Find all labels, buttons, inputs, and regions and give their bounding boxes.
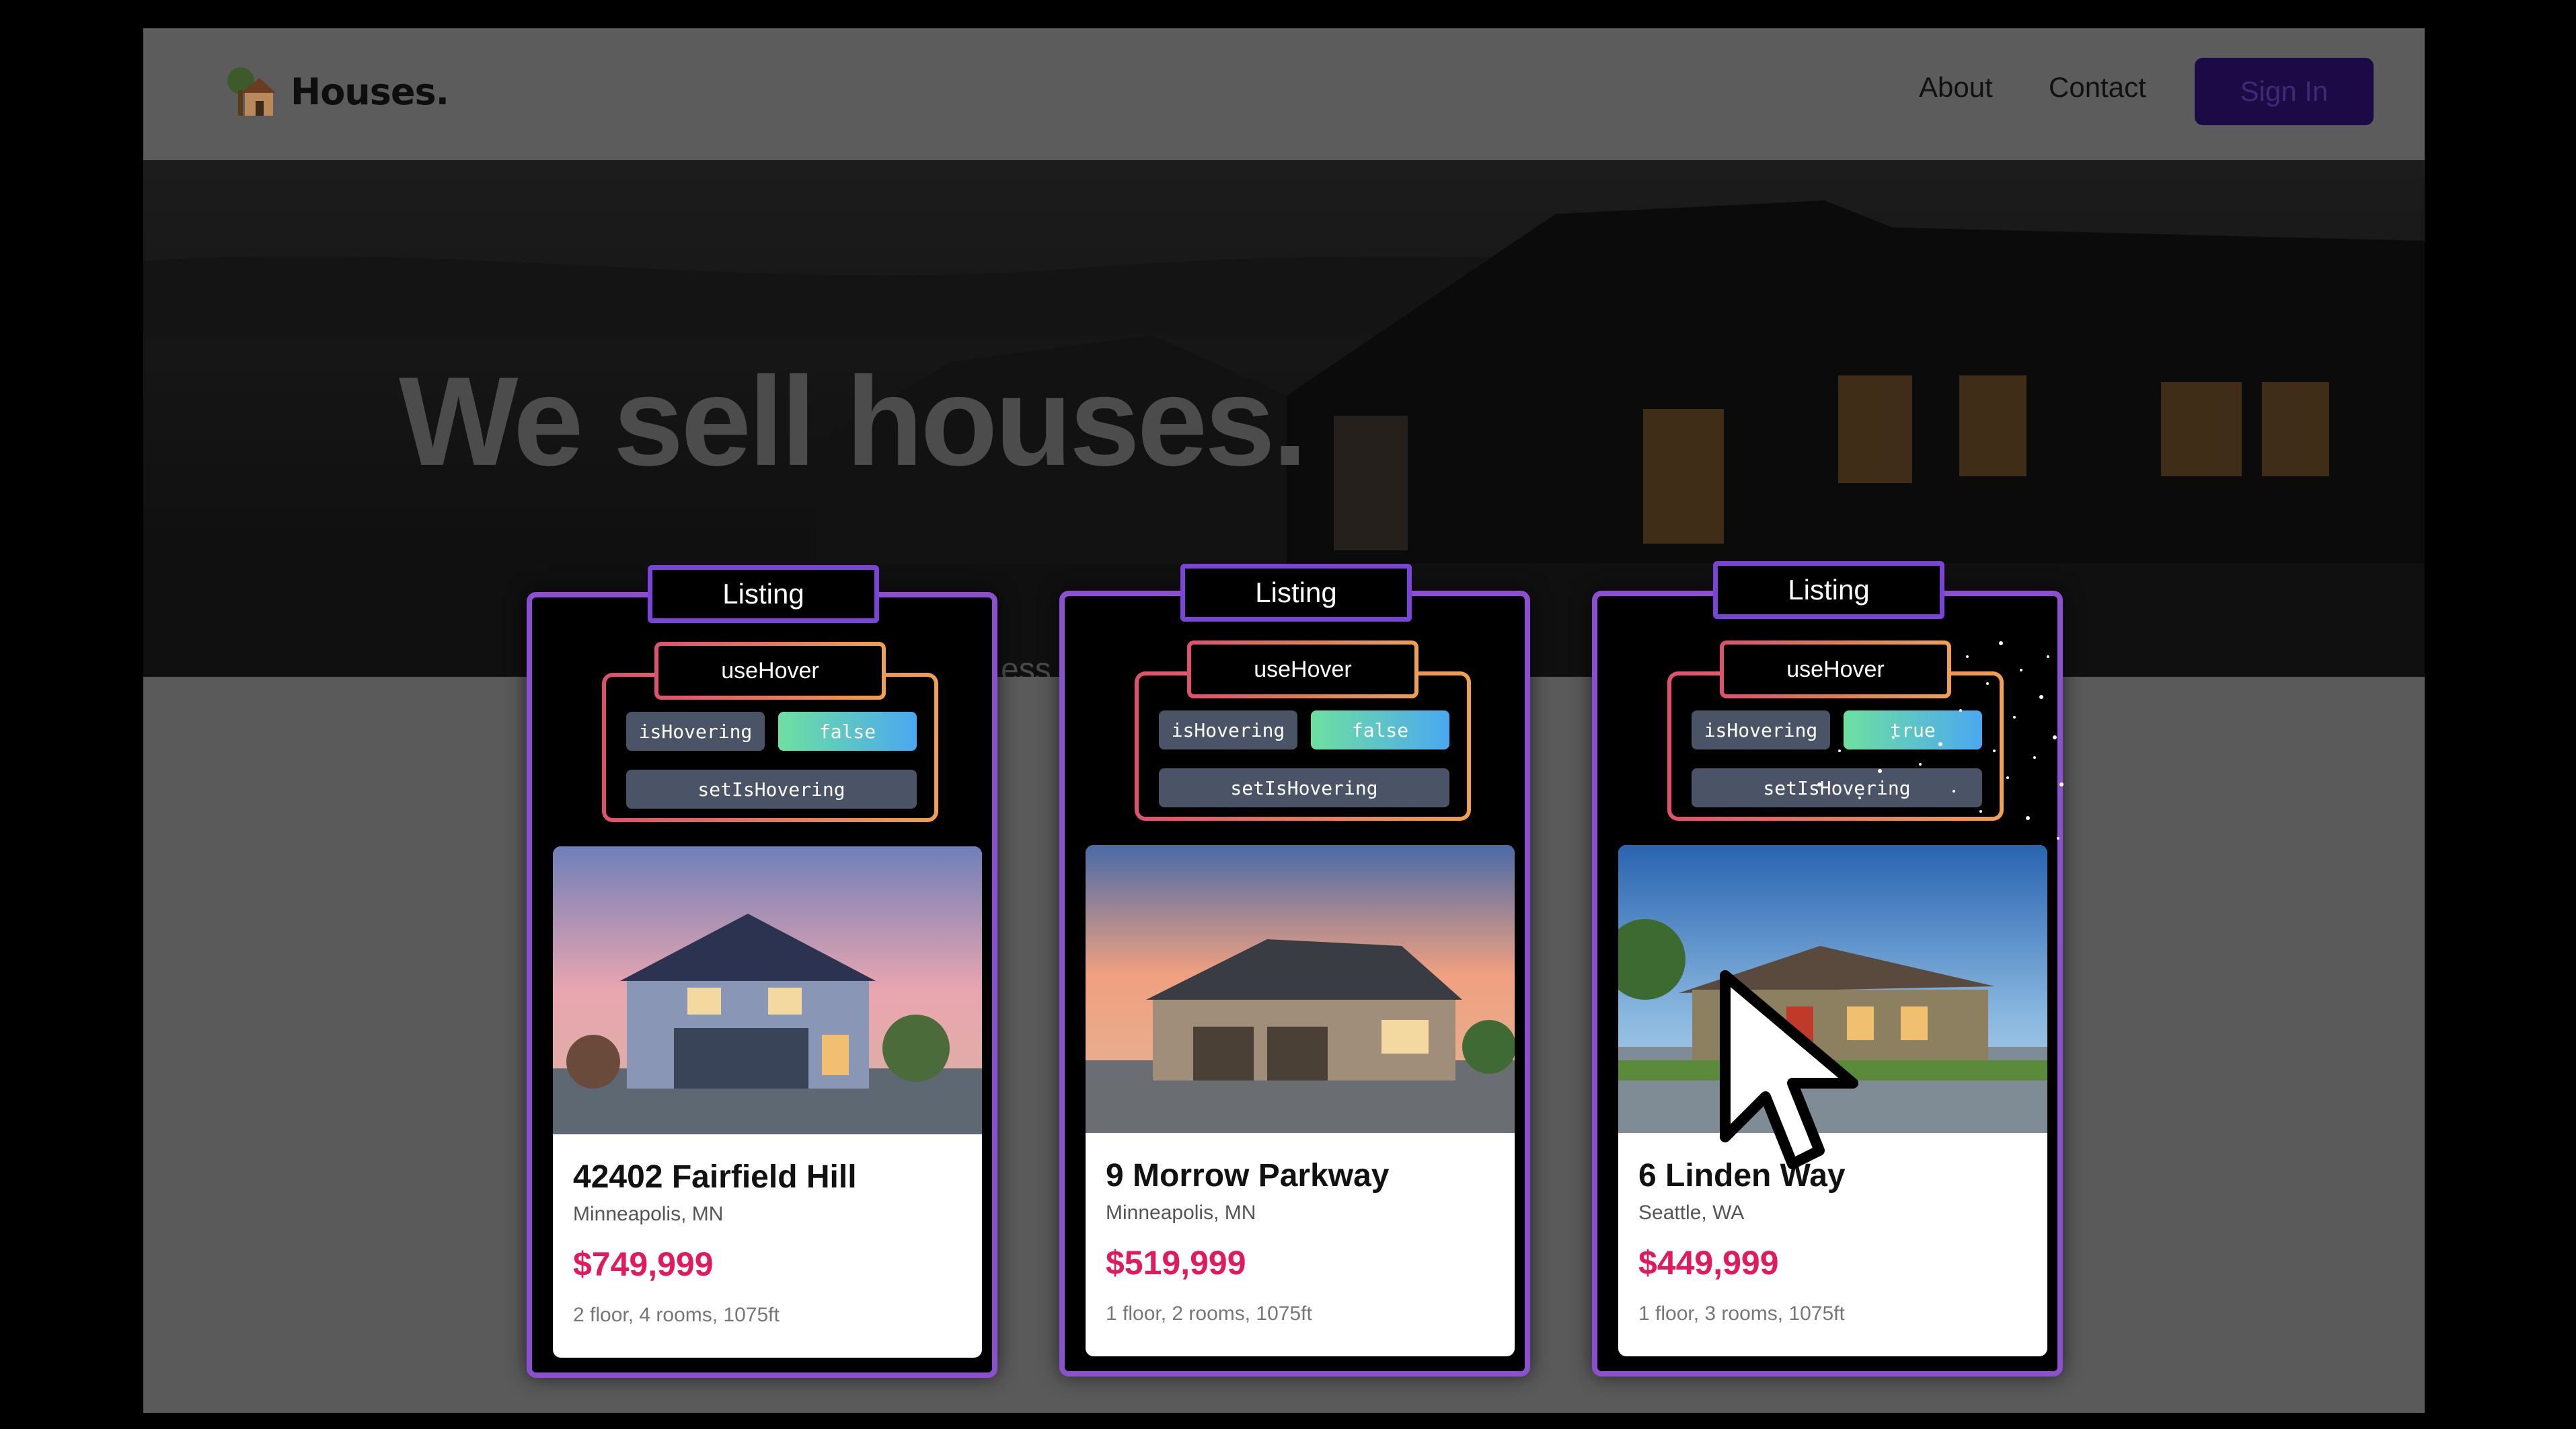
state-name: isHovering [1159, 710, 1297, 749]
listing-content: 9 Morrow Parkway Minneapolis, MN $519,99… [1086, 845, 1515, 1356]
listing-card[interactable]: Listing useHover isHovering false setIsH… [1059, 564, 1530, 1377]
state-setter: setIsHovering [1159, 768, 1449, 807]
listing-price: $449,999 [1638, 1244, 1779, 1282]
listing-price: $749,999 [573, 1245, 714, 1283]
state-value: false [1311, 710, 1449, 749]
listing-address: 42402 Fairfield Hill [573, 1159, 857, 1195]
listing-details: 1 floor, 2 rooms, 1075ft [1106, 1303, 1312, 1325]
app-window: Houses. About Contact Sign In We sell ho… [143, 28, 2425, 1413]
hook-label: useHover [654, 642, 886, 700]
brand-name: Houses. [291, 70, 449, 113]
listing-city: Minneapolis, MN [573, 1203, 724, 1225]
state-setter: setIsHovering [626, 770, 917, 809]
component-label-listing: Listing [648, 565, 879, 623]
listing-details: 1 floor, 3 rooms, 1075ft [1638, 1303, 1845, 1325]
listing-price: $519,999 [1106, 1244, 1246, 1282]
house-photo [1086, 845, 1515, 1133]
hook-inspector: useHover isHovering false setIsHovering [1135, 645, 1471, 821]
house-photo [553, 846, 982, 1134]
sign-in-button[interactable]: Sign In [2195, 58, 2374, 125]
state-value: false [778, 712, 917, 751]
component-label-listing: Listing [1713, 561, 1944, 619]
mouse-pointer-icon [1720, 970, 1858, 1169]
component-label-listing: Listing [1180, 564, 1412, 622]
listing-content: 42402 Fairfield Hill Minneapolis, MN $74… [553, 846, 982, 1358]
sparkle-particles [1817, 641, 2063, 840]
nav-contact-link[interactable]: Contact [2049, 71, 2146, 104]
listing-card[interactable]: Listing useHover isHovering false setIsH… [527, 565, 997, 1378]
top-navbar: Houses. About Contact Sign In [143, 28, 2425, 160]
hook-label: useHover [1187, 640, 1418, 698]
hero-subtitle: ess, [1001, 652, 1061, 677]
listing-details: 2 floor, 4 rooms, 1075ft [573, 1304, 780, 1326]
state-name: isHovering [626, 712, 765, 751]
listing-city: Seattle, WA [1638, 1202, 1745, 1224]
hook-inspector: useHover isHovering false setIsHovering [602, 646, 938, 822]
nav-about-link[interactable]: About [1919, 71, 1993, 104]
brand-logo[interactable]: Houses. [221, 63, 449, 120]
listing-address: 9 Morrow Parkway [1106, 1158, 1390, 1194]
house-tree-icon [221, 63, 277, 120]
hero-title: We sell houses. [399, 351, 1308, 492]
listing-city: Minneapolis, MN [1106, 1202, 1256, 1224]
